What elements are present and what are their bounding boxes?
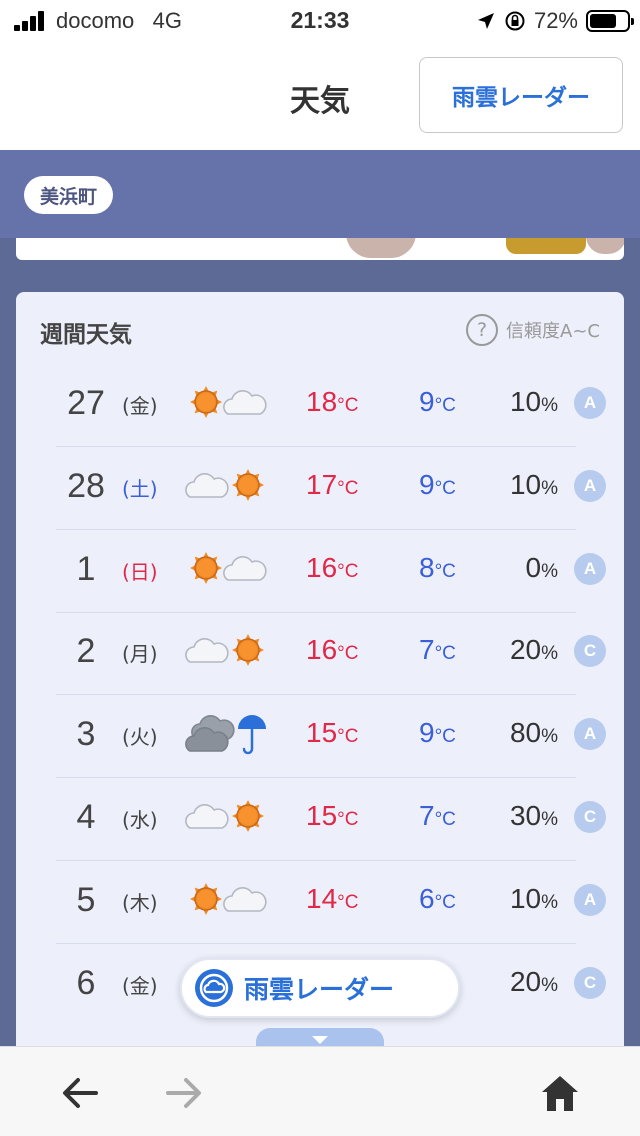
home-icon[interactable]	[536, 1069, 584, 1117]
day-number: 3	[76, 715, 96, 754]
precip-probability: 10%	[509, 468, 558, 500]
day-of-week: (金)	[122, 973, 158, 998]
day-of-week: (土)	[122, 476, 158, 501]
high-temp: 17°C	[306, 468, 359, 500]
forward-arrow-icon[interactable]	[160, 1069, 208, 1117]
sunny-then-cloudy-icon	[190, 386, 267, 418]
battery-icon	[586, 10, 634, 32]
illustration-card	[16, 238, 624, 260]
reliability-grade: C	[574, 635, 606, 668]
day-number: 28	[67, 466, 105, 505]
low-temp: 7°C	[419, 800, 456, 831]
sunny-then-cloudy-icon	[190, 882, 267, 915]
reliability-grade: A	[574, 552, 606, 585]
reliability-grade: A	[574, 469, 606, 502]
reliability-grade: C	[574, 966, 606, 999]
day-of-week: (金)	[122, 394, 158, 418]
day-of-week: (月)	[122, 642, 158, 667]
day-of-week: (水)	[122, 808, 158, 832]
radar-icon	[195, 969, 233, 1007]
table-row: 28 (土) 17°C 9°C 10% A	[16, 447, 624, 530]
precip-probability: 10%	[509, 882, 558, 914]
rotation-lock-icon	[505, 11, 525, 31]
app-header: 天気 雨雲レーダー	[0, 44, 640, 150]
floating-rain-radar-button[interactable]: 雨雲レーダー	[180, 958, 460, 1018]
day-number: 2	[76, 632, 96, 671]
question-icon[interactable]: ?	[466, 314, 499, 346]
weekly-weather-title: 週間天気	[40, 322, 132, 348]
battery-percent: 72%	[533, 8, 578, 33]
reliability-grade: A	[574, 718, 606, 751]
high-temp: 15°C	[306, 717, 359, 749]
table-row: 27 (金) 18°C 9°C 10% A	[16, 364, 624, 447]
high-temp: 16°C	[306, 634, 359, 666]
low-temp: 9°C	[419, 468, 456, 500]
cloudy-then-sunny-icon	[185, 800, 264, 832]
table-row: 1 (日) 16°C 8°C 0% A	[16, 530, 624, 613]
table-row: 3 (火) 15°C 9°C 80% A	[16, 695, 624, 779]
location-banner: 美浜町	[0, 150, 640, 238]
precip-probability: 30%	[509, 800, 558, 831]
day-number: 4	[76, 798, 96, 836]
reliability-grade: A	[574, 387, 606, 419]
precip-probability: 80%	[509, 717, 558, 749]
high-temp: 15°C	[306, 800, 359, 831]
cloudy-then-sunny-icon	[185, 468, 264, 501]
low-temp: 7°C	[419, 634, 456, 666]
low-temp: 9°C	[419, 717, 456, 749]
reliability-grade: C	[574, 801, 606, 833]
status-bar: docomo 4G 21:33 72%	[0, 0, 640, 44]
cloudy-then-rain-icon	[185, 715, 266, 755]
reliability-help[interactable]: ? 信頼度A~C	[466, 314, 600, 346]
day-number: 1	[76, 549, 96, 588]
day-of-week: (木)	[122, 890, 158, 915]
back-arrow-icon[interactable]	[56, 1069, 104, 1117]
high-temp: 14°C	[306, 882, 359, 914]
low-temp: 9°C	[419, 386, 456, 417]
table-row: 4 (水) 15°C 7°C 30% C	[16, 778, 624, 861]
low-temp: 8°C	[419, 551, 456, 583]
precip-probability: 20%	[509, 634, 558, 666]
rain-radar-button[interactable]: 雨雲レーダー	[419, 57, 623, 133]
table-row: 5 (木) 14°C 6°C 10% A	[16, 861, 624, 944]
day-number: 5	[76, 880, 96, 919]
precip-probability: 20%	[509, 965, 558, 997]
cloudy-then-sunny-icon	[185, 634, 264, 667]
day-number: 27	[67, 384, 105, 422]
day-number: 6	[76, 963, 96, 1002]
chevron-down-icon	[312, 1036, 328, 1044]
low-temp: 6°C	[419, 882, 456, 914]
precip-probability: 0%	[525, 551, 558, 583]
browser-bottom-bar	[0, 1046, 640, 1136]
precip-probability: 10%	[509, 386, 558, 417]
table-row: 2 (月) 16°C 7°C 20% C	[16, 612, 624, 696]
reliability-grade: A	[574, 883, 606, 916]
high-temp: 18°C	[306, 386, 359, 417]
sunny-then-cloudy-icon	[190, 551, 267, 584]
day-of-week: (火)	[122, 725, 158, 750]
location-arrow-icon	[477, 13, 494, 29]
floating-radar-label: 雨雲レーダー	[244, 975, 395, 1004]
reliability-label: 信頼度A~C	[506, 321, 600, 342]
high-temp: 16°C	[306, 551, 359, 583]
day-of-week: (日)	[122, 559, 158, 584]
location-pill[interactable]: 美浜町	[24, 176, 114, 214]
